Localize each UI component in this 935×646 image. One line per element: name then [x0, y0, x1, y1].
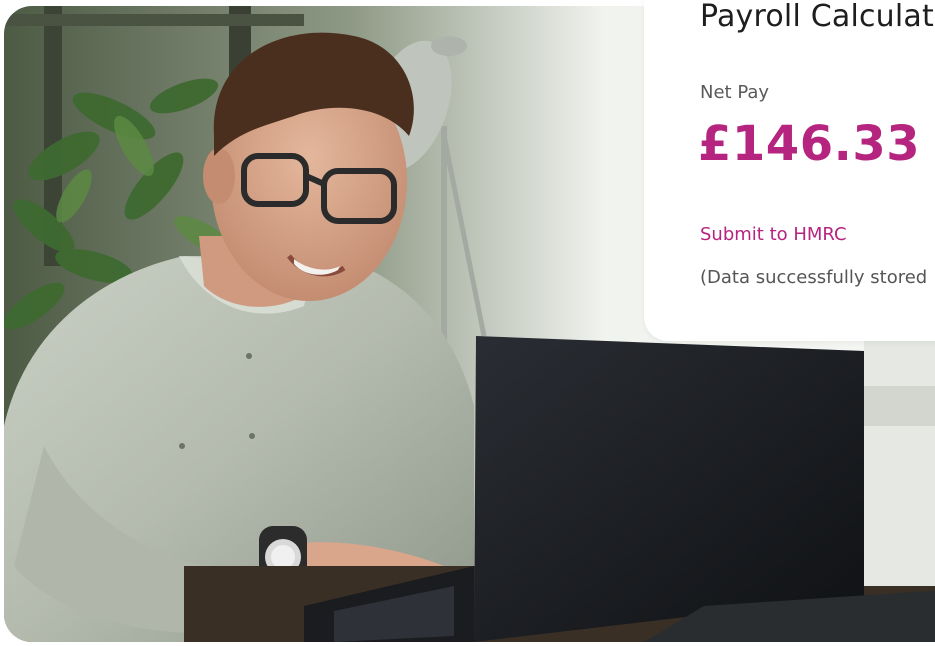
card-title: Payroll Calculat: [700, 0, 934, 34]
status-message: (Data successfully stored: [700, 267, 928, 288]
hero-section: Payroll Calculat Net Pay £146.33 Submit …: [0, 0, 935, 646]
payroll-summary-card: Payroll Calculat Net Pay £146.33 Submit …: [644, 0, 935, 341]
net-pay-value: £146.33: [698, 116, 921, 172]
net-pay-label: Net Pay: [700, 82, 770, 103]
submit-to-hmrc-link[interactable]: Submit to HMRC: [700, 224, 847, 245]
